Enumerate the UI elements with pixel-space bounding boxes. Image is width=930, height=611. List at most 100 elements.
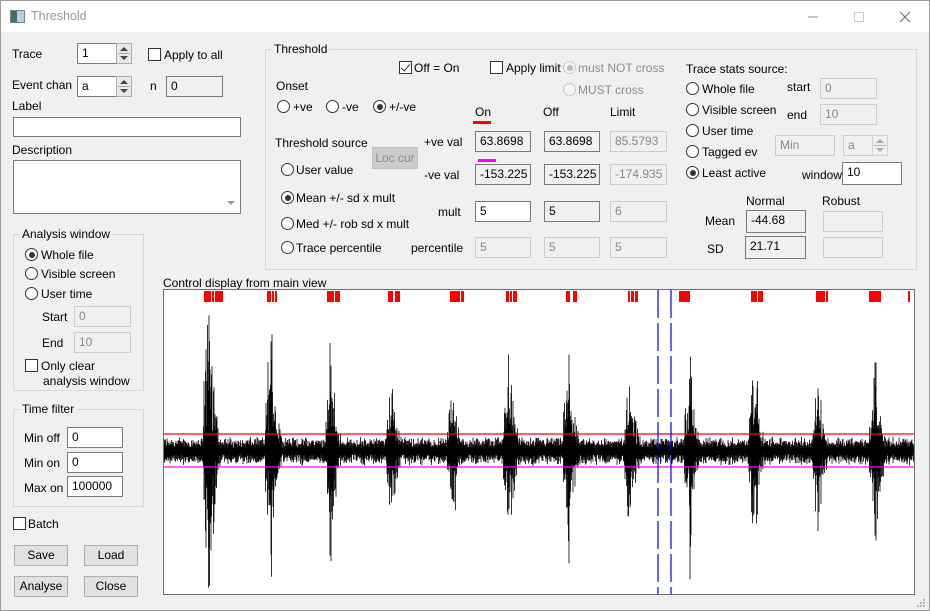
event-marker — [215, 291, 223, 302]
analyse-button[interactable]: Analyse — [14, 576, 68, 597]
analysis-start-input[interactable]: 0 — [74, 306, 131, 327]
percentile-label: percentile — [411, 241, 464, 255]
event-marker — [869, 291, 881, 302]
off-equals-on-label: Off = On — [414, 61, 460, 75]
stats-visible-screen-radio[interactable] — [686, 103, 699, 116]
stats-end-input[interactable]: 10 — [820, 104, 877, 125]
threshold-title: Threshold — [272, 42, 330, 56]
minimize-button[interactable] — [790, 1, 836, 32]
source-percentile-radio[interactable] — [281, 241, 294, 254]
stats-start-input[interactable]: 0 — [820, 78, 877, 99]
mult-limit-input[interactable]: 6 — [610, 201, 667, 222]
stats-window-label: window — [802, 168, 843, 182]
must-not-cross-radio[interactable] — [563, 61, 576, 74]
onset-neg-radio[interactable] — [326, 100, 339, 113]
neg-color-swatch — [478, 159, 496, 162]
must-cross-radio[interactable] — [563, 83, 576, 96]
stats-tagged-ev-radio[interactable] — [686, 145, 699, 158]
spin-up-icon — [120, 80, 128, 84]
plot-canvas — [164, 290, 914, 594]
max-on-input[interactable]: 100000 — [67, 476, 123, 497]
percentile-off-input[interactable]: 5 — [544, 237, 600, 258]
trace-label: Trace — [12, 47, 43, 61]
event-marker — [327, 291, 334, 302]
description-label: Description — [12, 143, 73, 157]
title-bar: Threshold — [1, 1, 929, 32]
stats-whole-file-radio[interactable] — [686, 82, 699, 95]
stats-robust-header: Robust — [822, 194, 861, 208]
only-clear-label: Only clear — [41, 359, 96, 373]
onset-pos-radio[interactable] — [277, 100, 290, 113]
analysis-visible-screen-radio[interactable] — [25, 267, 38, 280]
threshold-dialog: Threshold Trace 1 Apply to all Event cha… — [0, 0, 930, 611]
control-display-plot[interactable] — [163, 289, 915, 595]
window-title: Threshold — [31, 9, 87, 23]
apply-to-all-checkbox[interactable] — [148, 48, 161, 61]
event-marker — [275, 291, 277, 302]
trace-spinner[interactable] — [116, 43, 132, 64]
apply-limit-checkbox[interactable] — [490, 61, 503, 74]
stats-mean-normal: -44.68 — [746, 210, 806, 233]
event-chan-spinner[interactable] — [116, 76, 132, 97]
source-user-value-radio[interactable] — [281, 163, 294, 176]
spin-up-icon — [876, 139, 884, 143]
batch-checkbox[interactable] — [13, 517, 26, 530]
maximize-button[interactable] — [836, 1, 882, 32]
save-button[interactable]: Save — [14, 545, 68, 566]
close-icon — [899, 11, 911, 22]
analysis-end-input[interactable]: 10 — [74, 332, 131, 353]
event-marker — [751, 291, 757, 302]
event-marker — [566, 291, 570, 302]
stats-chan-input[interactable]: a — [843, 135, 873, 156]
analysis-user-time-radio[interactable] — [25, 287, 38, 300]
label-input[interactable] — [13, 117, 241, 137]
onset-both-radio[interactable] — [373, 100, 386, 113]
close-window-button[interactable] — [882, 1, 928, 32]
source-median-robust-radio[interactable] — [281, 217, 294, 230]
event-chan-input[interactable]: a — [77, 76, 117, 97]
stats-user-time-radio[interactable] — [686, 124, 699, 137]
loc-cur-button[interactable]: Loc cur — [372, 147, 418, 169]
stats-least-active-label: Least active — [702, 166, 767, 180]
stats-window-input[interactable]: 10 — [842, 162, 902, 185]
pos-val-on: 63.8698 — [475, 131, 531, 152]
analysis-window-title: Analysis window — [20, 227, 113, 241]
spin-down-icon — [120, 56, 128, 60]
stats-min-select[interactable]: Min — [775, 135, 835, 156]
event-marker — [204, 291, 211, 302]
event-marker — [513, 291, 517, 302]
trace-input[interactable]: 1 — [77, 43, 117, 64]
stats-least-active-radio[interactable] — [686, 166, 699, 179]
analysis-whole-file-label: Whole file — [41, 248, 94, 262]
plot-title: Control display from main view — [163, 276, 327, 290]
analysis-whole-file-radio[interactable] — [25, 248, 38, 261]
load-button[interactable]: Load — [84, 545, 138, 566]
percentile-on-input[interactable]: 5 — [475, 237, 531, 258]
close-button[interactable]: Close — [84, 576, 138, 597]
event-marker — [267, 291, 271, 302]
source-median-robust-label: Med +/- rob sd x mult — [296, 217, 410, 231]
event-marker — [510, 291, 512, 302]
min-on-input[interactable]: 0 — [67, 452, 123, 473]
stats-chan-spinner[interactable] — [872, 135, 888, 156]
description-textarea[interactable] — [13, 160, 241, 214]
stats-tagged-ev-label: Tagged ev — [702, 145, 758, 159]
mult-off-input[interactable]: 5 — [544, 201, 600, 222]
mult-on-input[interactable]: 5 — [475, 201, 531, 222]
only-clear-checkbox[interactable] — [25, 359, 38, 372]
percentile-limit-input[interactable]: 5 — [610, 237, 667, 258]
stats-mean-robust — [823, 211, 883, 232]
event-marker — [335, 291, 340, 302]
resize-grip[interactable] — [915, 597, 925, 607]
analysis-user-time-label: User time — [41, 287, 93, 301]
off-equals-on-checkbox[interactable] — [399, 61, 412, 74]
event-marker — [826, 291, 828, 302]
col-on-header: On — [475, 105, 492, 119]
source-mean-sd-radio[interactable] — [281, 191, 294, 204]
min-off-input[interactable]: 0 — [67, 427, 123, 448]
onset-both-label: +/-ve — [389, 100, 417, 114]
onset-neg-label: -ve — [342, 100, 359, 114]
event-marker — [631, 291, 634, 302]
event-marker — [395, 291, 400, 302]
event-marker — [450, 291, 460, 302]
